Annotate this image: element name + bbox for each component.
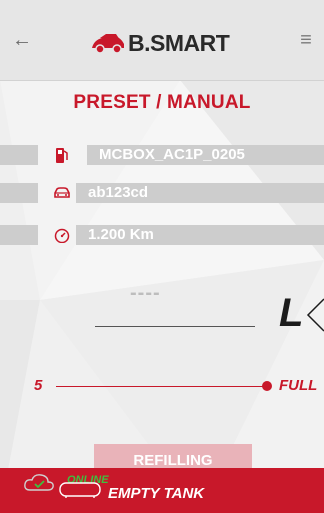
brand-logo: B.SMART (90, 26, 230, 60)
car-icon (48, 183, 76, 203)
logo-text: B.SMART (128, 29, 230, 56)
tank-status: EMPTY TANK (108, 485, 205, 502)
status-bar: ONLINE EMPTY TANK (0, 468, 324, 513)
slider-thumb[interactable] (262, 381, 272, 391)
row-bar-right: MCBOX_AC1P_0205 (87, 145, 324, 165)
row-bar-left (0, 145, 38, 165)
menu-button[interactable]: ≡ (292, 26, 320, 54)
speedometer-icon (48, 225, 76, 245)
row-bar-left (0, 225, 38, 245)
row-bar-right: ab123cd (76, 183, 324, 203)
vehicle-row: ab123cd (0, 183, 324, 203)
odometer-value: 1.200 Km (88, 226, 154, 243)
page-title: PRESET / MANUAL (73, 92, 251, 113)
app-header: ← B.SMART ≡ (0, 0, 324, 81)
unit-chevron-icon[interactable] (306, 295, 324, 335)
quantity-unit: L (279, 291, 304, 335)
arrow-left-icon: ← (12, 29, 32, 51)
vehicle-plate-value: ab123cd (88, 184, 149, 201)
odometer-row: 1.200 Km (0, 225, 324, 245)
car-logo-icon (92, 34, 124, 54)
tank-icon (59, 482, 101, 498)
slider-max-label: FULL (279, 377, 318, 394)
row-bar-right: 1.200 Km (76, 225, 324, 245)
row-bar-left (0, 183, 38, 203)
cloud-check-icon (24, 474, 54, 491)
quantity-underline (95, 326, 255, 327)
dispenser-row: MCBOX_AC1P_0205 (0, 145, 324, 165)
fuel-pump-icon (48, 145, 76, 165)
dispenser-value: MCBOX_AC1P_0205 (99, 146, 245, 163)
slider-track[interactable] (56, 386, 266, 387)
back-button[interactable]: ← (8, 26, 36, 54)
hamburger-menu-icon: ≡ (300, 29, 312, 51)
quantity-input[interactable]: ---- (130, 282, 161, 305)
slider-min-label: 5 (34, 377, 43, 394)
